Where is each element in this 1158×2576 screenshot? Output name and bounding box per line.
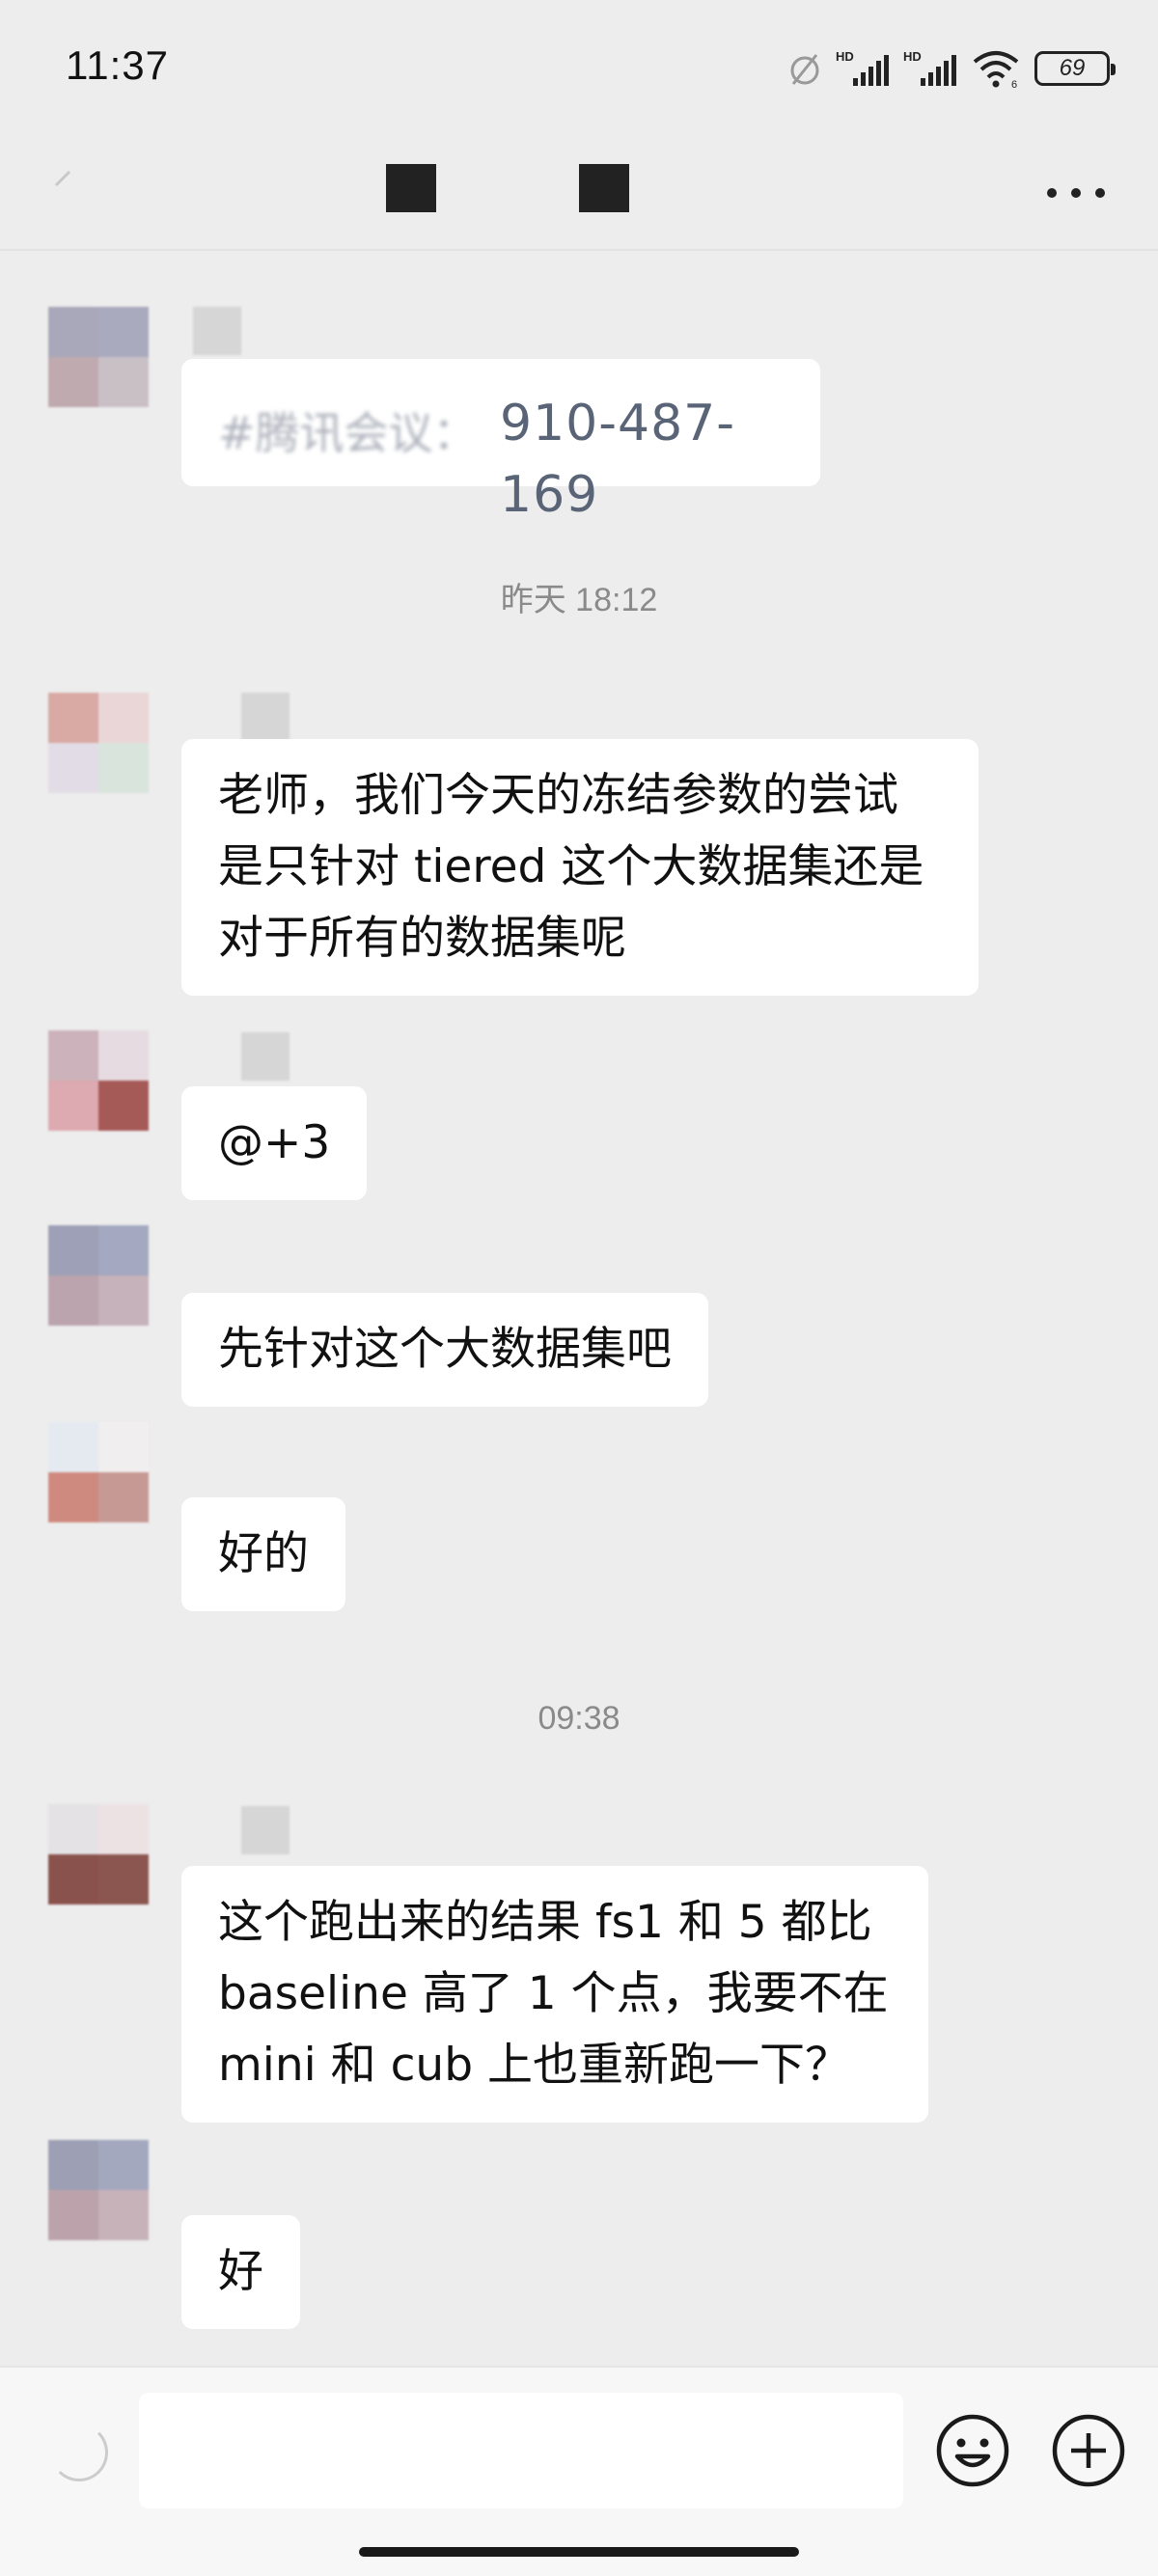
sender-name-redacted: [193, 307, 241, 355]
message-bubble[interactable]: 这个跑出来的结果 fs1 和 5 都比 baseline 高了 1 个点，我要不…: [181, 1866, 928, 2123]
avatar[interactable]: [48, 1804, 149, 1905]
more-button[interactable]: [1047, 174, 1105, 212]
message-line: 老师，我们今天的冻结参数的尝试: [218, 769, 898, 822]
sender-name-redacted: [241, 1806, 290, 1854]
message-bubble[interactable]: 好: [181, 2215, 300, 2329]
hd-signal-icon: HD: [903, 47, 957, 90]
battery-level: 69: [1059, 55, 1086, 81]
message-line: mini 和 cub 上也重新跑一下？: [218, 2039, 850, 2092]
message-line: 这个跑出来的结果 fs1 和 5 都比: [218, 1896, 872, 1949]
link-prefix-blurred: #腾讯会议：: [218, 407, 478, 459]
message-input[interactable]: [139, 2393, 903, 2508]
status-icons: HD HD 6 69: [787, 44, 1116, 93]
avatar[interactable]: [48, 307, 149, 407]
message-bubble[interactable]: @+3: [181, 1086, 368, 1200]
hd-signal-icon: HD: [836, 47, 890, 90]
back-button[interactable]: [48, 164, 106, 222]
message-text: 好的: [218, 1527, 309, 1580]
avatar[interactable]: [48, 1225, 149, 1326]
chat-title-redacted: [386, 164, 436, 212]
emoji-icon: [936, 2414, 1009, 2487]
avatar[interactable]: [48, 2140, 149, 2240]
timestamp: 昨天 18:12: [500, 582, 658, 618]
more-dots-icon: [1047, 188, 1057, 198]
chat-screen: 11:37 HD HD 6 69 #腾讯会议： 910-487-169 昨天 1…: [0, 0, 1158, 2576]
input-bar: [0, 2366, 1158, 2576]
avatar[interactable]: [48, 693, 149, 793]
alarm-icon: [787, 49, 822, 88]
message-bubble[interactable]: #腾讯会议： 910-487-169: [181, 359, 820, 524]
status-bar: 11:37 HD HD 6 69: [0, 0, 1158, 135]
chat-header: [0, 145, 1158, 251]
timestamp: 09:38: [538, 1700, 620, 1737]
svg-text:HD: HD: [903, 49, 922, 64]
sender-name-redacted: [241, 693, 290, 741]
avatar[interactable]: [48, 1030, 149, 1131]
battery-icon: 69: [1034, 51, 1116, 86]
message-text: 先针对这个大数据集吧: [218, 1323, 672, 1376]
plus-button[interactable]: [1050, 2412, 1127, 2489]
message-bubble[interactable]: 好的: [181, 1497, 345, 1611]
status-time: 11:37: [66, 42, 169, 88]
chat-title-redacted: [579, 164, 629, 212]
message-text: @+3: [218, 1116, 331, 1169]
home-indicator[interactable]: [359, 2547, 799, 2557]
emoji-button[interactable]: [934, 2412, 1011, 2489]
voice-button[interactable]: [50, 2424, 108, 2481]
plus-icon: [1052, 2414, 1125, 2487]
message-text: 910-487-169: [500, 395, 736, 524]
svg-text:HD: HD: [836, 49, 854, 64]
svg-text:6: 6: [1011, 79, 1017, 89]
avatar[interactable]: [48, 1422, 149, 1522]
message-line: 对于所有的数据集呢: [218, 912, 626, 965]
back-arrow-icon: [54, 170, 71, 187]
message-line: baseline 高了 1 个点，我要不在: [218, 1967, 889, 2020]
message-text: 好: [218, 2245, 263, 2298]
wifi-icon: 6: [971, 48, 1021, 89]
message-line: 是只针对 tiered 这个大数据集还是: [218, 840, 924, 893]
message-bubble[interactable]: 老师，我们今天的冻结参数的尝试 是只针对 tiered 这个大数据集还是 对于所…: [181, 739, 979, 996]
sender-name-redacted: [241, 1032, 290, 1081]
message-bubble[interactable]: 先针对这个大数据集吧: [181, 1293, 708, 1407]
